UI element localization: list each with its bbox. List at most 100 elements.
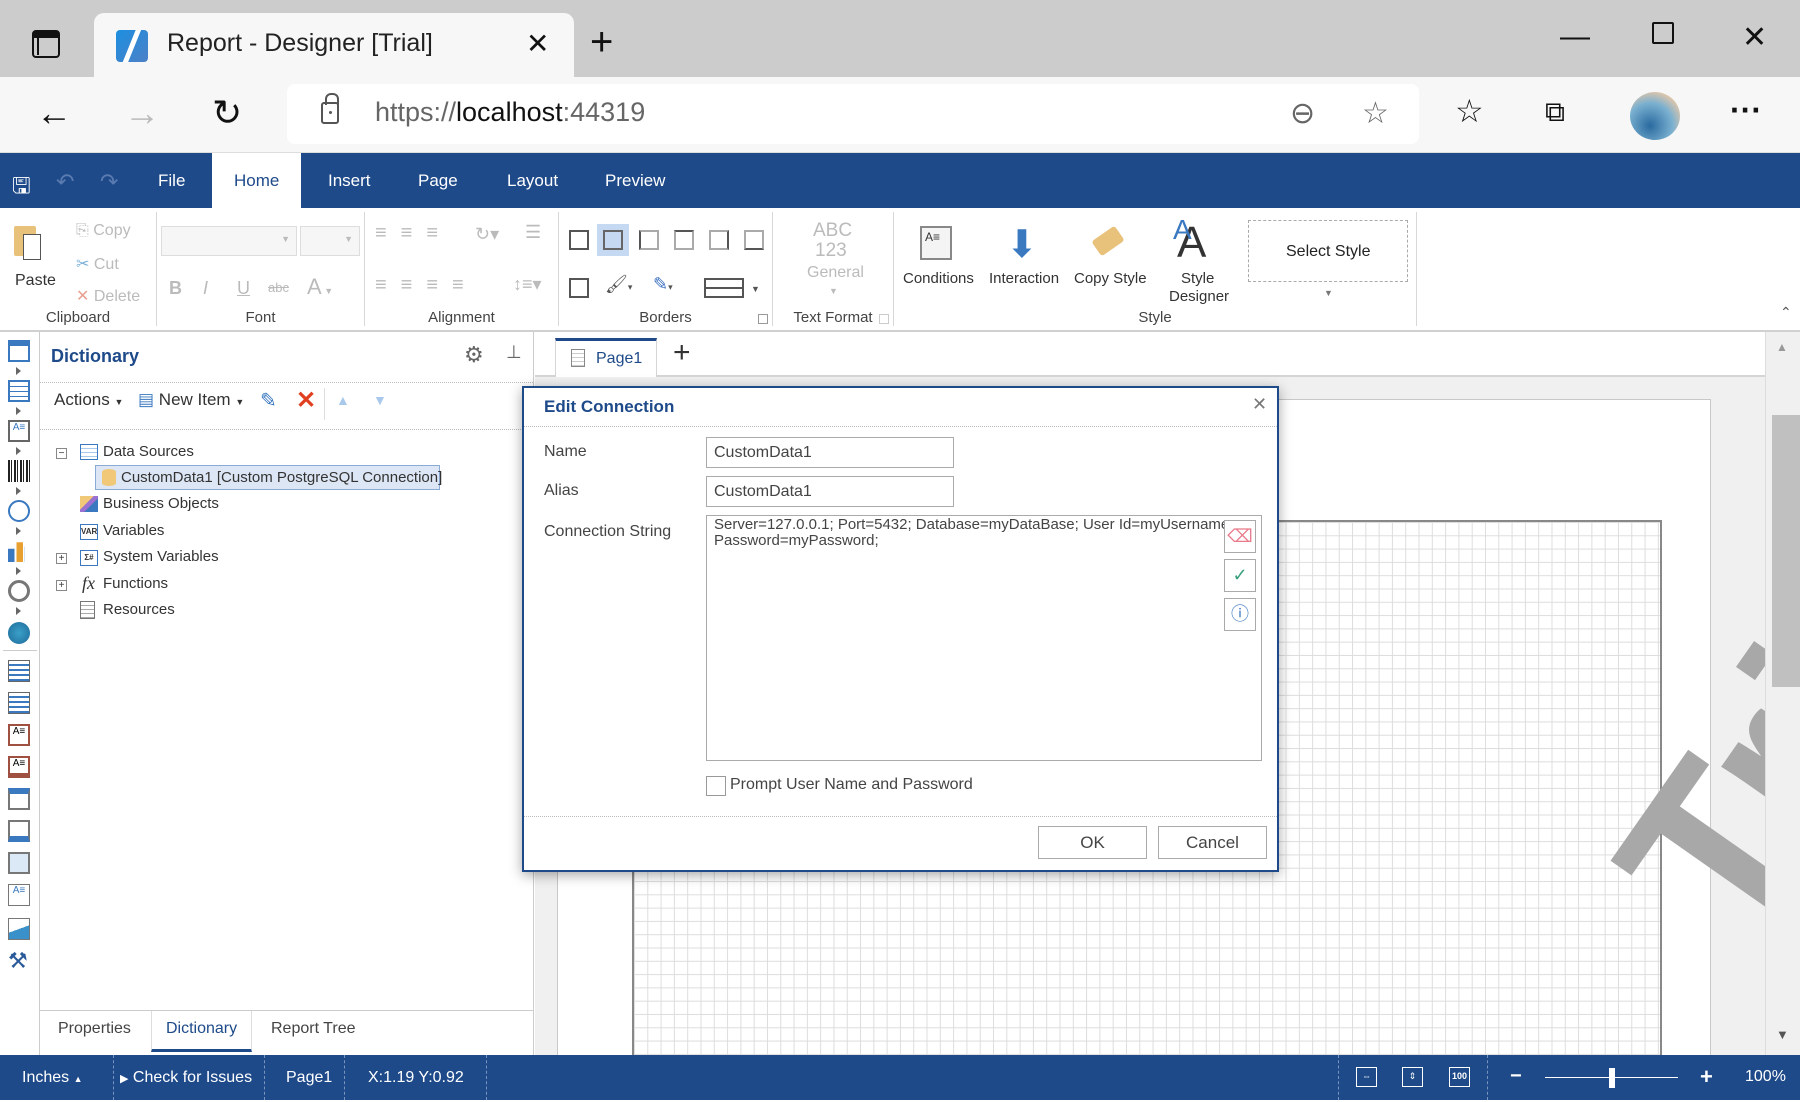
connection-string-input[interactable]: Server=127.0.0.1; Port=5432; Database=my… xyxy=(706,515,1262,761)
scrollbar-thumb[interactable] xyxy=(1772,415,1800,687)
fill-color-button[interactable]: 🖌▾ xyxy=(605,274,632,295)
url-text[interactable]: https://localhost:44319 xyxy=(375,97,645,128)
cancel-button[interactable]: Cancel xyxy=(1158,826,1267,859)
lock-icon[interactable] xyxy=(321,93,339,124)
zoom-out-button[interactable]: − xyxy=(1510,1065,1522,1088)
zoom-in-button[interactable]: + xyxy=(1700,1064,1713,1090)
expand-arrow-icon[interactable] xyxy=(16,367,21,375)
address-bar[interactable]: https://localhost:44319 ⊖ ☆ xyxy=(287,84,1419,144)
table-icon[interactable] xyxy=(8,852,30,874)
conditions-button[interactable]: Conditions xyxy=(903,270,974,287)
tab-properties[interactable]: Properties xyxy=(44,1011,145,1052)
check-issues-button[interactable]: ▶ Check for Issues xyxy=(108,1055,266,1100)
borders-launcher-icon[interactable] xyxy=(758,314,768,324)
tree-item-functions[interactable]: + fx Functions xyxy=(56,573,306,596)
data-band-icon[interactable]: A≡ xyxy=(8,756,30,778)
tree-item-business-objects[interactable]: Business Objects xyxy=(78,494,278,516)
collections-icon[interactable]: ⧉ xyxy=(1545,96,1565,129)
tab-file[interactable]: File xyxy=(136,153,207,208)
components-icon[interactable]: A≡ xyxy=(8,420,30,442)
prompt-credentials-label[interactable]: Prompt User Name and Password xyxy=(730,776,973,794)
select-style-box[interactable]: Select Style xyxy=(1248,220,1408,282)
back-icon[interactable]: ← xyxy=(36,92,72,134)
map-icon[interactable] xyxy=(8,622,30,644)
paste-icon[interactable] xyxy=(14,226,41,260)
actual-size-icon[interactable]: 100 xyxy=(1449,1067,1470,1087)
all-borders-icon[interactable] xyxy=(569,230,589,250)
window-close-icon[interactable]: ✕ xyxy=(1742,20,1767,55)
favorites-icon[interactable]: ☆ xyxy=(1455,92,1484,130)
page-tab-page1[interactable]: Page1 xyxy=(555,338,657,377)
right-border-icon[interactable] xyxy=(709,230,729,250)
tab-preview[interactable]: Preview xyxy=(583,153,687,208)
copy-style-button[interactable]: Copy Style xyxy=(1074,270,1147,287)
outside-borders-button[interactable] xyxy=(597,224,629,256)
scroll-down-icon[interactable]: ▼ xyxy=(1776,1027,1789,1042)
tree-item-customdata1[interactable]: CustomData1 [Custom PostgreSQL Connectio… xyxy=(95,465,442,490)
tools-icon[interactable]: ⚒ xyxy=(8,948,28,974)
tree-item-data-sources[interactable]: − Data Sources xyxy=(56,442,356,464)
minimize-icon[interactable]: — xyxy=(1560,20,1590,54)
delete-icon[interactable]: ✕ xyxy=(296,386,316,415)
more-options-icon[interactable]: ··· xyxy=(1730,92,1762,129)
tab-report-tree[interactable]: Report Tree xyxy=(257,1011,369,1052)
edit-icon[interactable]: ✎ xyxy=(260,388,277,413)
border-style-button[interactable] xyxy=(704,278,744,298)
footer-band-icon[interactable] xyxy=(8,820,30,842)
expand-arrow-icon[interactable] xyxy=(16,487,21,495)
collapse-icon[interactable]: − xyxy=(56,448,67,459)
barcode-icon[interactable] xyxy=(8,460,30,482)
tab-layout[interactable]: Layout xyxy=(485,153,580,208)
expand-arrow-icon[interactable] xyxy=(16,567,21,575)
fit-page-icon[interactable]: ⇕ xyxy=(1402,1067,1423,1087)
gauge-icon[interactable] xyxy=(8,580,30,602)
tab-dictionary[interactable]: Dictionary xyxy=(151,1011,253,1052)
test-connection-button[interactable]: ✓ xyxy=(1224,559,1256,592)
zoom-slider-thumb[interactable] xyxy=(1608,1068,1615,1088)
tree-item-variables[interactable]: VAR Variables xyxy=(78,521,278,543)
text-box-icon[interactable]: A≡ xyxy=(8,884,30,906)
maximize-icon[interactable] xyxy=(1652,22,1674,44)
actions-menu[interactable]: Actions ▼ xyxy=(54,390,123,410)
alias-input[interactable] xyxy=(706,476,954,507)
expand-arrow-icon[interactable] xyxy=(16,607,21,615)
save-icon[interactable]: 🖫 xyxy=(12,169,31,207)
vertical-scrollbar[interactable]: ▲ ▼ xyxy=(1765,332,1800,1055)
refresh-icon[interactable]: ↻ xyxy=(212,92,242,134)
clear-button[interactable]: ⌫ xyxy=(1224,520,1256,553)
paste-button[interactable]: Paste xyxy=(15,272,56,290)
tree-item-system-variables[interactable]: + Σ# System Variables xyxy=(56,547,306,569)
add-favorite-icon[interactable]: ☆ xyxy=(1362,96,1389,131)
no-border-icon[interactable] xyxy=(569,278,589,298)
border-style-dropdown-icon[interactable]: ▼ xyxy=(751,284,760,294)
expand-arrow-icon[interactable] xyxy=(16,407,21,415)
zoom-out-icon[interactable]: ⊖ xyxy=(1290,96,1315,131)
bottom-border-icon[interactable] xyxy=(744,230,764,250)
border-color-button[interactable]: ✎▾ xyxy=(653,274,673,295)
settings-gear-icon[interactable]: ⚙ xyxy=(464,342,484,368)
interaction-button[interactable]: Interaction xyxy=(989,270,1059,287)
chart-icon[interactable] xyxy=(8,540,25,562)
ok-button[interactable]: OK xyxy=(1038,826,1147,859)
info-button[interactable]: ⓘ xyxy=(1224,598,1256,631)
dialog-close-icon[interactable]: ✕ xyxy=(1252,394,1267,415)
prompt-credentials-checkbox[interactable] xyxy=(706,776,726,796)
tree-item-resources[interactable]: Resources xyxy=(78,600,278,622)
cross-band-icon[interactable] xyxy=(8,380,30,402)
tab-insert[interactable]: Insert xyxy=(306,153,393,208)
units-selector[interactable]: Inches ▲ xyxy=(10,1055,114,1100)
select-style-dropdown-icon[interactable]: ▼ xyxy=(1324,288,1333,298)
tab-home[interactable]: Home xyxy=(212,153,302,208)
profile-avatar[interactable] xyxy=(1630,92,1680,140)
text-in-cells-icon[interactable]: A≡ xyxy=(8,724,30,746)
expand-arrow-icon[interactable] xyxy=(16,527,21,535)
collapse-ribbon-icon[interactable]: ⌃ xyxy=(1780,304,1792,321)
tab-page[interactable]: Page xyxy=(396,153,480,208)
new-tab-icon[interactable]: + xyxy=(590,22,613,62)
top-border-icon[interactable] xyxy=(674,230,694,250)
style-designer-label-1[interactable]: Style xyxy=(1181,270,1214,287)
band-icon[interactable] xyxy=(8,340,30,362)
new-item-menu[interactable]: ▤ New Item ▼ xyxy=(138,390,244,410)
header-band-icon[interactable] xyxy=(8,788,30,810)
pin-icon[interactable]: ⊥ xyxy=(506,342,522,363)
